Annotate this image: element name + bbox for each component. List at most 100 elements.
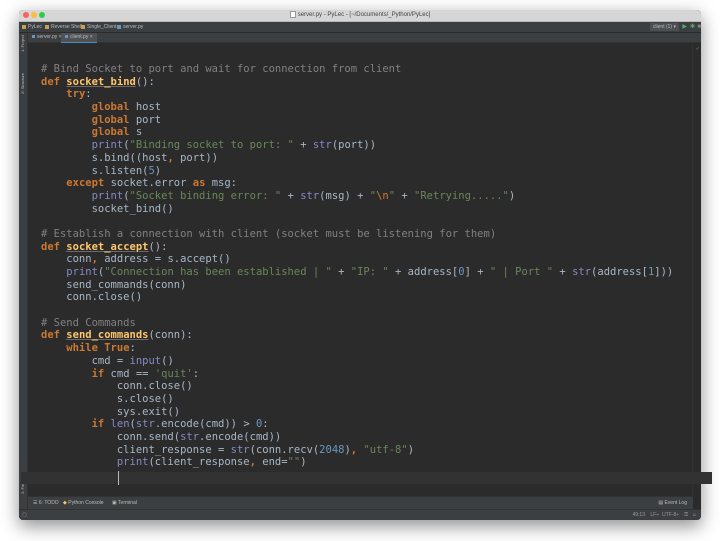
line-separator[interactable]: LF÷: [650, 511, 659, 519]
code-line[interactable]: def socket_bind():: [41, 76, 673, 89]
code-token: cmd ==: [110, 367, 155, 380]
breadcrumb-subfolder[interactable]: Single_Client: [81, 23, 116, 31]
code-line[interactable]: if len(str.encode(cmd)) > 0:: [41, 418, 673, 431]
code-token: +: [553, 266, 573, 278]
code-line[interactable]: print(client_response, end=""): [41, 456, 673, 469]
python-file-icon: [65, 35, 68, 38]
code-line[interactable]: global host: [41, 101, 673, 114]
code-line[interactable]: cmd = input(): [41, 355, 673, 368]
terminal-icon: ▣: [112, 500, 117, 506]
code-line[interactable]: except socket.error as msg:: [41, 177, 673, 190]
code-line[interactable]: s.close(): [41, 393, 673, 406]
code-token: conn: [41, 253, 92, 266]
todo-label: 6: TODO: [38, 500, 59, 506]
code-token: "": [287, 456, 301, 469]
code-line[interactable]: conn.send(str.encode(cmd)): [41, 431, 673, 444]
tab-client-py[interactable]: client.py ×: [61, 33, 97, 43]
code-token: ():: [135, 75, 155, 88]
left-tool-strip: 1: Project Z: Structure 2: Favorites: [19, 33, 28, 509]
code-line[interactable]: s.listen(5): [41, 165, 673, 178]
python-console-icon: ◆: [63, 500, 67, 506]
lock-icon[interactable]: ⚿: [684, 511, 688, 519]
code-token: len: [110, 418, 130, 431]
code-line[interactable]: client_response = str(conn.recv(2048), "…: [41, 444, 673, 457]
code-token: conn.send(: [41, 430, 181, 443]
code-line[interactable]: global s: [41, 126, 673, 139]
code-token: "Retrying.....": [414, 189, 509, 202]
inspection-ok-icon[interactable]: ✓: [696, 46, 700, 52]
code-line[interactable]: socket_bind(): [41, 203, 673, 216]
event-log-icon: ▤: [658, 500, 664, 506]
code-token: +: [331, 266, 351, 278]
close-icon[interactable]: ×: [90, 34, 93, 40]
breadcrumb-label: Reverse Shell: [51, 24, 83, 30]
code-line[interactable]: print("Connection has been established |…: [41, 266, 673, 279]
code-line[interactable]: conn.close(): [41, 380, 673, 393]
code-line[interactable]: def send_commands(conn):: [41, 329, 673, 342]
code-token: socket_bind: [66, 75, 136, 88]
code-line[interactable]: conn, address = s.accept(): [41, 253, 673, 266]
folder-icon: [81, 24, 85, 29]
debug-icon[interactable]: ✱: [690, 23, 695, 31]
project-tool-button[interactable]: 1: Project: [20, 35, 26, 52]
code-token: print: [66, 266, 98, 278]
code-line[interactable]: send_commands(conn): [41, 279, 673, 292]
code-line[interactable]: try:: [41, 88, 673, 101]
code-token: :: [262, 418, 269, 431]
todo-tool-button[interactable]: ☰ 6: TODO: [33, 500, 59, 507]
code-token: str: [135, 418, 155, 431]
code-line[interactable]: # Send Commands: [41, 317, 673, 330]
code-line[interactable]: # Establish a connection with client (so…: [41, 228, 673, 241]
file-encoding[interactable]: UTF-8÷: [662, 511, 679, 519]
code-line[interactable]: # Bind Socket to port and wait for conne…: [41, 63, 673, 76]
code-line[interactable]: [41, 215, 673, 228]
code-token: # Send Commands: [41, 316, 136, 329]
tab-server-py[interactable]: server.py ×: [28, 33, 66, 42]
code-line[interactable]: sys.exit(): [41, 406, 673, 419]
stop-icon[interactable]: ■: [697, 23, 701, 31]
code-token: if: [91, 418, 111, 431]
code-token: print: [91, 139, 124, 152]
breadcrumb-project[interactable]: PyLec: [22, 23, 42, 31]
code-token: "Binding socket to port: ": [129, 139, 294, 152]
code-line[interactable]: print("Socket binding error: " + str(msg…: [41, 190, 673, 203]
source-code[interactable]: # Bind Socket to port and wait for conne…: [41, 63, 673, 469]
breadcrumb-file[interactable]: server.py: [117, 23, 143, 31]
code-token: global: [91, 113, 136, 126]
terminal-button[interactable]: ▣ Terminal: [112, 500, 137, 507]
code-line[interactable]: if cmd == 'quit':: [41, 368, 673, 381]
caret-position[interactable]: 49:13: [632, 511, 645, 519]
python-console-button[interactable]: ◆ Python Console: [63, 500, 104, 507]
tool-window-bar: ☰ 6: TODO ◆ Python Console ▣ Terminal ▤ …: [28, 496, 693, 510]
python-console-label: Python Console: [68, 500, 104, 506]
code-line[interactable]: [41, 304, 673, 317]
run-icon[interactable]: ▶: [682, 23, 687, 31]
event-log-button[interactable]: ▤ Event Log: [658, 500, 687, 507]
code-line[interactable]: global port: [41, 114, 673, 127]
right-gutter: ✓: [692, 43, 701, 509]
breadcrumb-folder[interactable]: Reverse Shell: [45, 23, 82, 31]
code-line[interactable]: print("Binding socket to port: " + str(p…: [41, 139, 673, 152]
folder-icon: [22, 24, 26, 29]
code-token: ): [154, 164, 162, 177]
run-configuration-select[interactable]: client (1) ▾: [649, 23, 679, 31]
inspector-icon[interactable]: ☺: [692, 511, 697, 519]
code-token: address = s.accept(): [104, 253, 231, 266]
code-line[interactable]: def socket_accept():: [41, 241, 673, 254]
code-token: conn.close(): [41, 380, 193, 393]
status-toggle-icon[interactable]: ▢: [22, 511, 27, 519]
code-token: ,: [167, 151, 181, 164]
code-token: .encode(cmd)): [199, 430, 282, 443]
code-token: while True: [66, 342, 130, 355]
python-file-icon: [117, 24, 121, 29]
code-line[interactable]: conn.close(): [41, 291, 673, 304]
code-token: 'quit': [154, 367, 193, 380]
code-line[interactable]: while True:: [41, 342, 673, 355]
structure-tool-button[interactable]: Z: Structure: [20, 73, 26, 94]
code-line[interactable]: s.bind((host, port)): [41, 152, 673, 165]
code-token: 2048: [319, 443, 345, 456]
